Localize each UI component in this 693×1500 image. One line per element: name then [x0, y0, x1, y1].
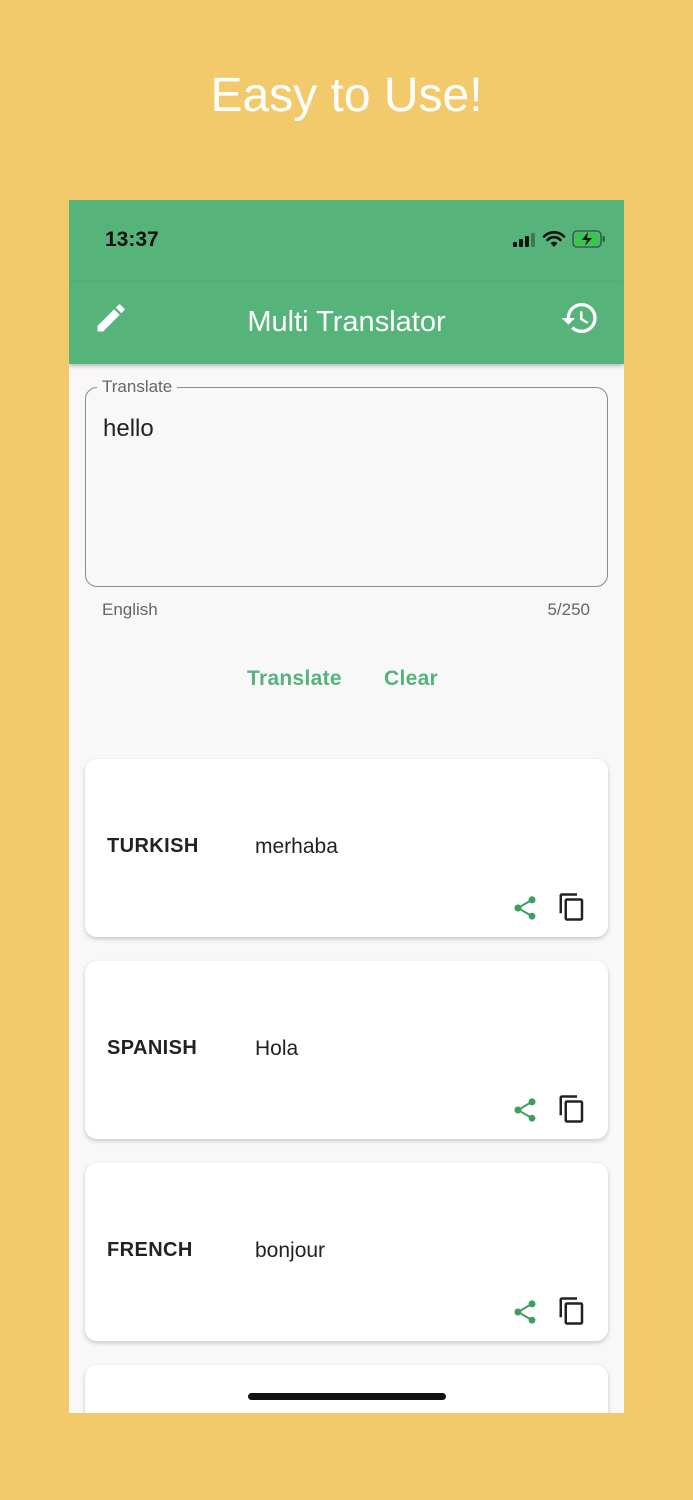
home-indicator — [248, 1393, 446, 1400]
copy-icon[interactable] — [557, 1295, 587, 1327]
history-icon[interactable] — [560, 298, 600, 338]
status-icons — [512, 230, 606, 248]
result-language: SPANISH — [107, 1037, 198, 1059]
copy-icon[interactable] — [557, 1093, 587, 1125]
translate-button[interactable]: Translate — [247, 667, 342, 691]
promo-title: Easy to Use! — [210, 69, 483, 122]
result-text: bonjour — [255, 1239, 326, 1262]
result-text: merhaba — [255, 835, 338, 858]
translate-input-label: Translate — [97, 376, 178, 398]
source-language-label: English — [102, 600, 158, 619]
translate-input[interactable]: hello — [85, 387, 608, 587]
result-card-partial — [85, 1365, 608, 1413]
share-icon[interactable] — [511, 1095, 539, 1125]
share-icon[interactable] — [511, 893, 539, 923]
translate-input-value: hello — [103, 415, 154, 442]
wifi-icon — [542, 231, 566, 247]
result-text: Hola — [255, 1037, 299, 1060]
result-language: TURKISH — [107, 835, 199, 857]
app-bar: Multi Translator — [69, 282, 624, 364]
status-bar: 13:37 — [69, 200, 624, 282]
result-card: SPANISH Hola — [85, 961, 608, 1139]
app-title: Multi Translator — [247, 306, 446, 338]
copy-icon[interactable] — [557, 891, 587, 923]
result-card: FRENCH bonjour — [85, 1163, 608, 1341]
clear-button[interactable]: Clear — [384, 667, 438, 691]
share-icon[interactable] — [511, 1297, 539, 1327]
char-counter: 5/250 — [547, 600, 590, 619]
result-card: TURKISH merhaba — [85, 759, 608, 937]
phone-screen: 13:37 Multi Translator hello Translate E… — [69, 200, 624, 1413]
battery-charging-icon — [572, 230, 605, 248]
result-language: FRENCH — [107, 1239, 193, 1261]
status-time: 13:37 — [105, 228, 159, 251]
signal-icon — [513, 233, 535, 247]
